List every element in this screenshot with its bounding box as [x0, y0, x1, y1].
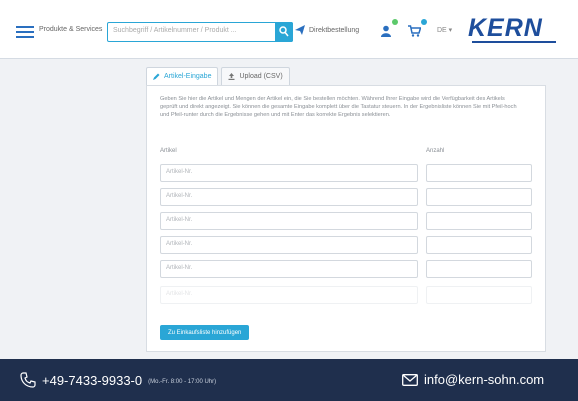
search-input[interactable]: Suchbegriff / Artikelnummer / Produkt ..… [113, 27, 237, 34]
article-column-header: Artikel [160, 148, 177, 154]
entry-row: Artikel-Nr. [160, 188, 532, 206]
article-number-input[interactable]: Artikel-Nr. [160, 212, 418, 230]
kern-logo[interactable]: KERN [468, 14, 556, 44]
tab-article-entry[interactable]: Artikel-Eingabe [146, 67, 219, 85]
article-number-input[interactable]: Artikel-Nr. [160, 260, 418, 278]
business-hours: (Mo.-Fr. 8:00 - 17:00 Uhr) [148, 379, 217, 385]
pencil-icon [153, 73, 160, 80]
entry-row: Artikel-Nr. [160, 260, 532, 278]
direct-order-link[interactable]: Direktbestellung [295, 25, 359, 35]
tab-upload-csv[interactable]: Upload (CSV) [221, 67, 290, 85]
article-number-input[interactable]: Artikel-Nr. [160, 286, 418, 304]
phone-number: +49-7433-9933-0 [42, 372, 143, 388]
quantity-input[interactable] [426, 286, 532, 304]
entry-row: Artikel-Nr. [160, 236, 532, 254]
envelope-icon [402, 373, 418, 386]
user-status-dot [392, 19, 398, 25]
quantity-input[interactable] [426, 164, 532, 182]
search-button[interactable] [275, 22, 293, 42]
cart-icon [408, 25, 422, 37]
footer-phone[interactable]: +49-7433-9933-0 (Mo.-Fr. 8:00 - 17:00 Uh… [20, 372, 216, 388]
article-number-input[interactable]: Artikel-Nr. [160, 236, 418, 254]
article-entry-panel: Geben Sie hier die Artikel und Mengen de… [146, 85, 546, 352]
quantity-input[interactable] [426, 212, 532, 230]
entry-row: Artikel-Nr. [160, 212, 532, 230]
logo-wordmark: KERN [468, 14, 543, 42]
paper-plane-icon [295, 25, 305, 35]
cart-count-dot [421, 19, 427, 25]
direct-order-label: Direktbestellung [309, 26, 360, 34]
upload-icon [228, 73, 235, 80]
top-header: Produkte & Services Suchbegriff / Artike… [0, 0, 578, 59]
entry-row: Artikel-Nr. [160, 164, 532, 182]
main-content: Artikel-Eingabe Upload (CSV) Geben Sie h… [0, 59, 578, 359]
hamburger-menu-icon[interactable] [16, 26, 34, 38]
article-number-input[interactable]: Artikel-Nr. [160, 188, 418, 206]
products-services-menu[interactable]: Produkte & Services [39, 26, 102, 33]
email-address: info@kern-sohn.com [424, 372, 545, 387]
entry-row-faded: Artikel-Nr. [160, 286, 532, 304]
cart-button[interactable] [408, 19, 427, 42]
search-box: Suchbegriff / Artikelnummer / Produkt ..… [107, 22, 293, 42]
footer-email[interactable]: info@kern-sohn.com [402, 372, 544, 387]
user-account-button[interactable] [380, 19, 398, 42]
quantity-input[interactable] [426, 188, 532, 206]
order-tabs: Artikel-Eingabe Upload (CSV) [146, 67, 293, 85]
language-select[interactable]: DE ▾ [437, 26, 452, 34]
add-to-shopping-list-button[interactable]: Zu Einkaufsliste hinzufügen [160, 325, 250, 340]
quantity-input[interactable] [426, 260, 532, 278]
phone-icon [20, 372, 36, 388]
quantity-input[interactable] [426, 236, 532, 254]
search-icon [279, 26, 289, 37]
quantity-column-header: Anzahl [426, 148, 445, 154]
article-number-input[interactable]: Artikel-Nr. [160, 164, 418, 182]
instructions-text: Geben Sie hier die Artikel und Mengen de… [160, 96, 517, 118]
user-icon [381, 25, 391, 37]
footer-bar: +49-7433-9933-0 (Mo.-Fr. 8:00 - 17:00 Uh… [0, 359, 578, 401]
